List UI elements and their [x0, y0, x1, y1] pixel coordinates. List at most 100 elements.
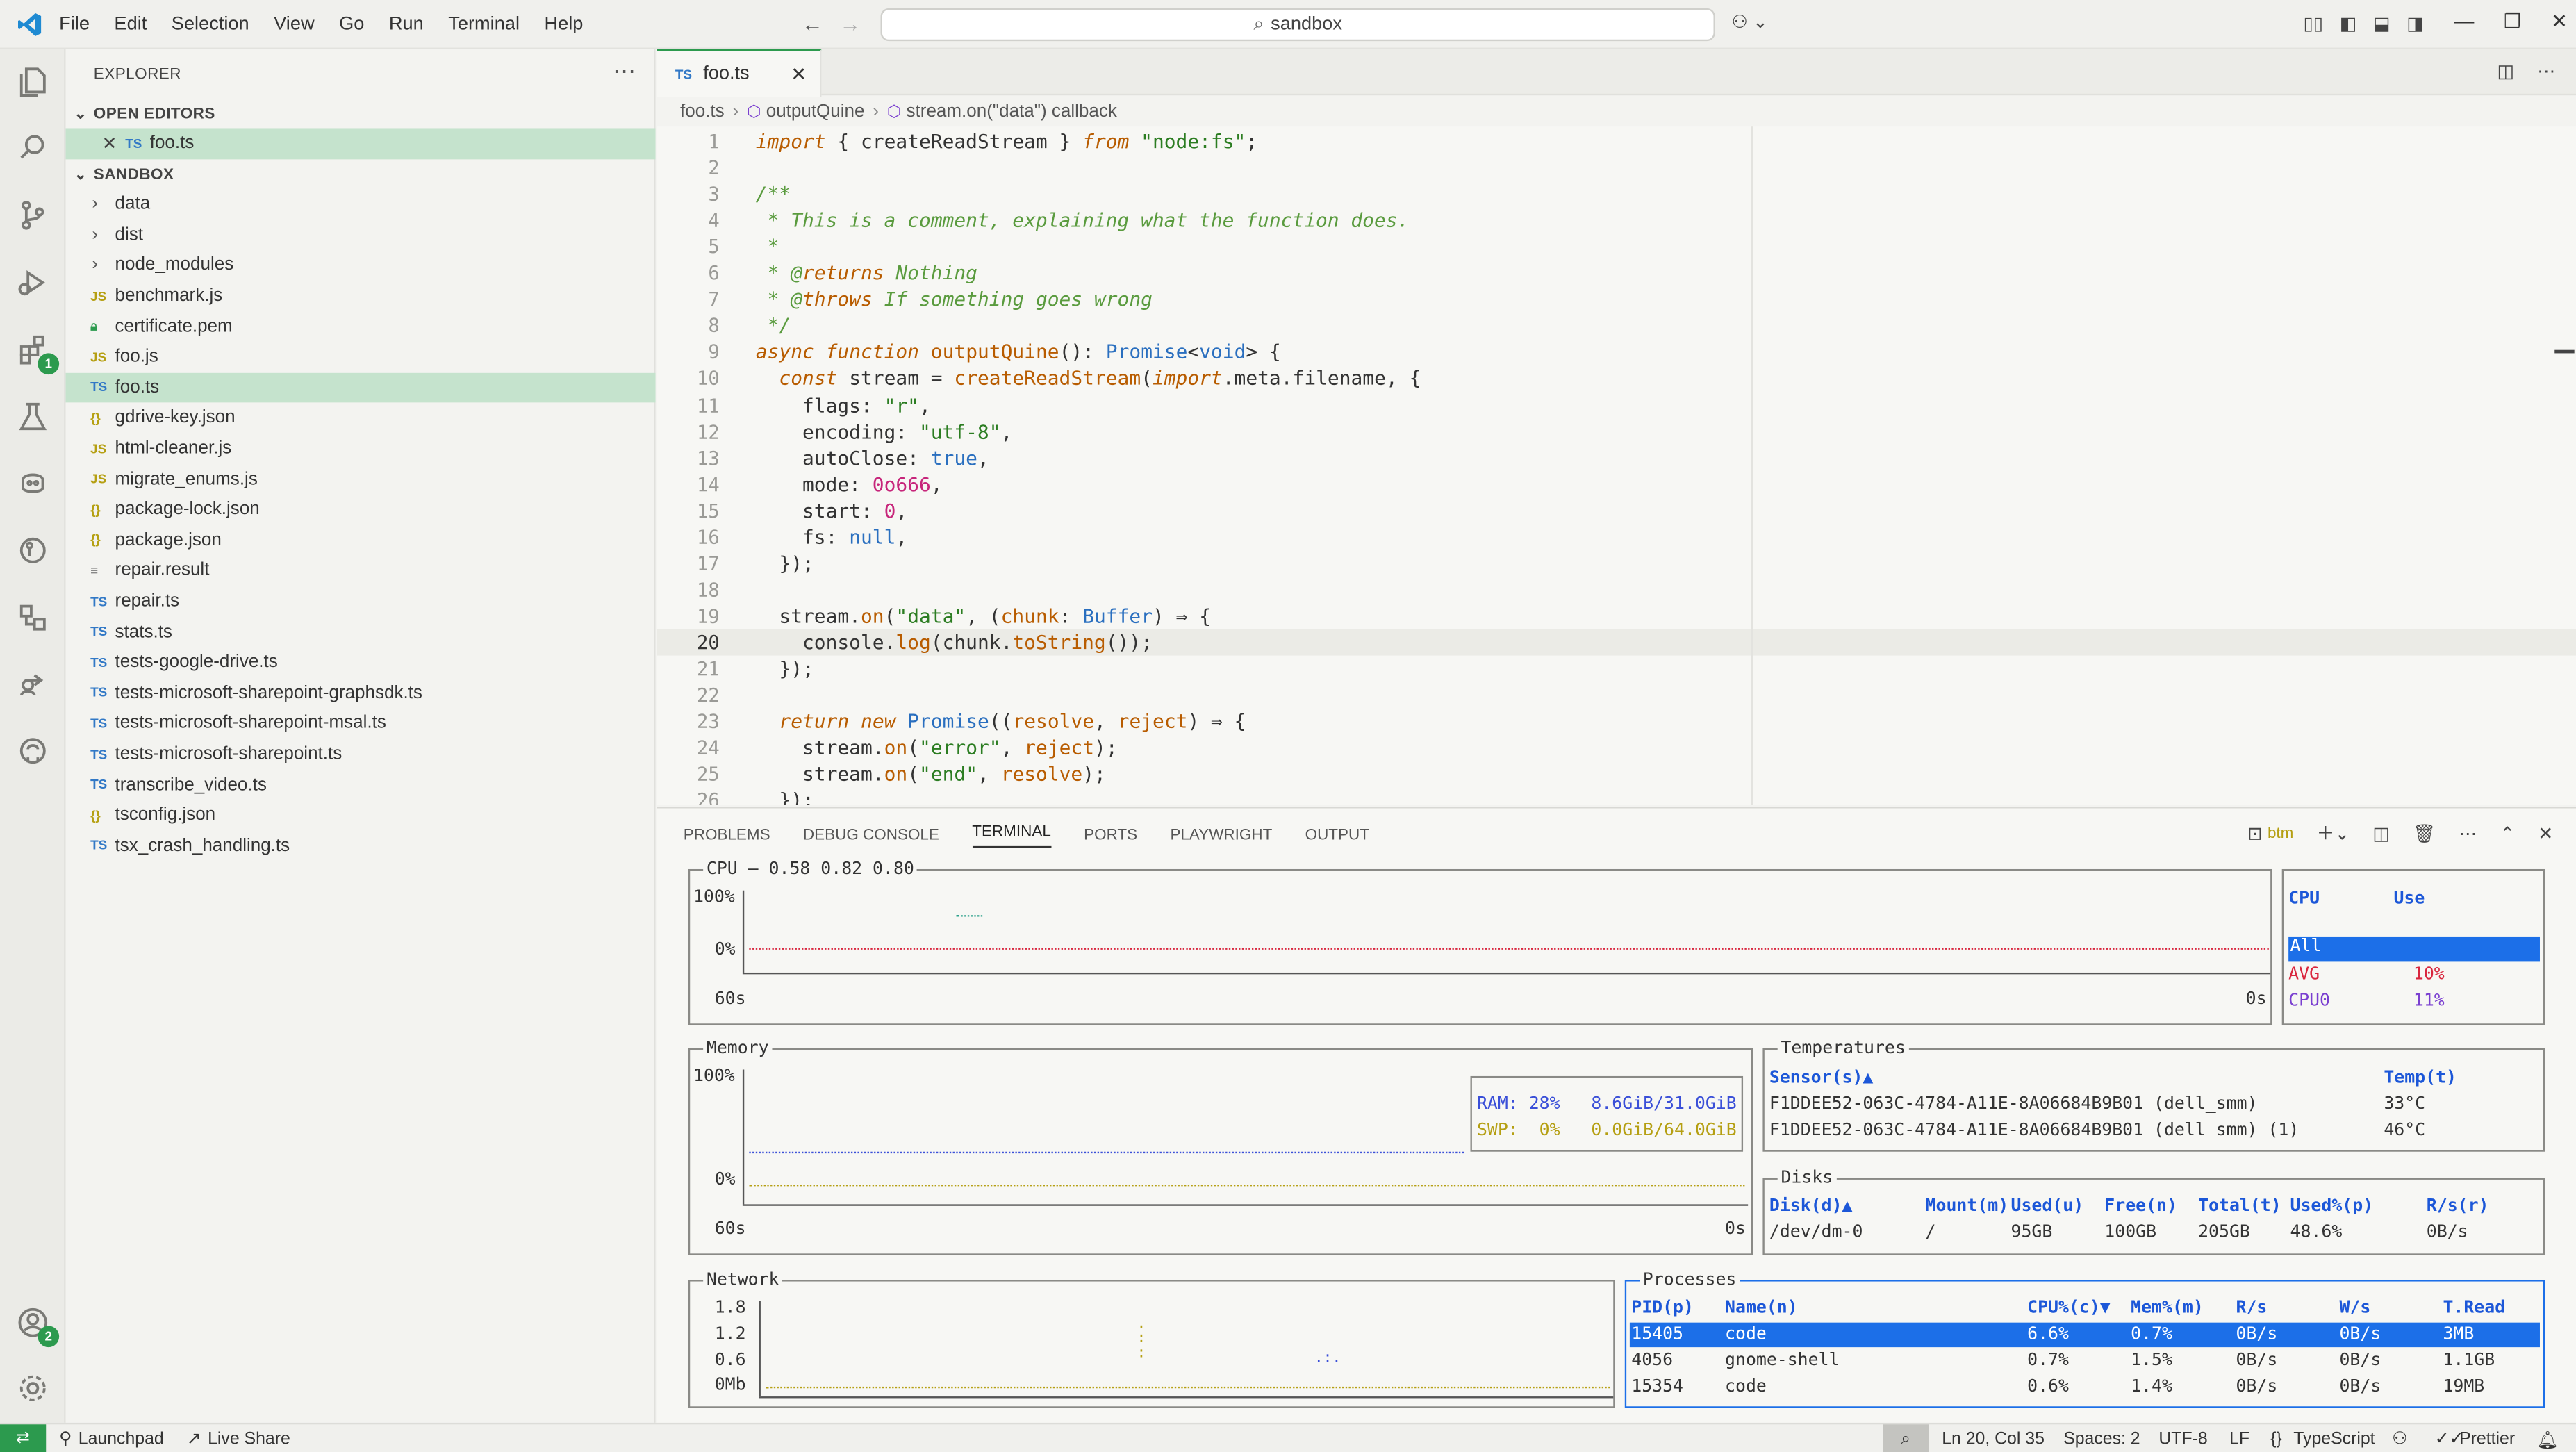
- file-item[interactable]: {} package-lock.json: [66, 495, 656, 525]
- close-tab-icon[interactable]: ✕: [791, 63, 807, 85]
- file-item[interactable]: TS repair.ts: [66, 586, 656, 617]
- breadcrumb-item[interactable]: stream.on("data") callback: [907, 102, 1117, 122]
- toggle-secondary-sidebar-icon[interactable]: ◨: [2406, 13, 2424, 34]
- process-header[interactable]: R/s: [2236, 1298, 2267, 1317]
- panel-tab-debug-console[interactable]: DEBUG CONSOLE: [803, 826, 939, 844]
- minimize-icon[interactable]: —: [2454, 10, 2474, 33]
- toggle-panel-icon[interactable]: ⬓: [2373, 13, 2391, 34]
- disk-header[interactable]: Used%(p): [2290, 1196, 2374, 1216]
- maximize-icon[interactable]: ❐: [2504, 10, 2521, 33]
- menu-run[interactable]: Run: [389, 14, 424, 33]
- process-header[interactable]: PID(p): [1631, 1298, 1694, 1317]
- editor-more-icon[interactable]: ⋯: [2537, 60, 2555, 82]
- process-cell[interactable]: gnome-shell: [1725, 1351, 1839, 1370]
- menu-selection[interactable]: Selection: [172, 14, 249, 33]
- run-debug-icon[interactable]: [13, 263, 53, 302]
- remote-indicator[interactable]: ⇄: [0, 1424, 47, 1452]
- file-item[interactable]: TS tsx_crash_handling.ts: [66, 831, 656, 861]
- panel-tab-problems[interactable]: PROBLEMS: [684, 826, 770, 844]
- close-window-icon[interactable]: ✕: [2551, 10, 2568, 33]
- encoding[interactable]: UTF-8: [2158, 1429, 2207, 1449]
- process-cell[interactable]: 0B/s: [2236, 1351, 2277, 1370]
- process-cell[interactable]: code: [1725, 1324, 1767, 1344]
- toggle-sidebar-icon[interactable]: ◧: [2340, 13, 2357, 34]
- panel-tab-output[interactable]: OUTPUT: [1305, 826, 1369, 844]
- new-terminal-icon[interactable]: ＋⌄: [2317, 820, 2350, 846]
- disk-header[interactable]: Free(n): [2104, 1196, 2177, 1216]
- tab-foo-ts[interactable]: TS foo.ts ✕: [657, 49, 822, 97]
- extensions-icon[interactable]: 1: [13, 330, 60, 375]
- explorer-icon[interactable]: [13, 63, 53, 102]
- command-center-search[interactable]: ⌕ sandbox: [880, 8, 1715, 42]
- process-cell[interactable]: 0B/s: [2339, 1377, 2381, 1396]
- file-item[interactable]: TS tests-microsoft-sharepoint-graphsdk.ts: [66, 678, 656, 709]
- panel-more-icon[interactable]: ⋯: [2459, 823, 2477, 843]
- terminal-selector[interactable]: ⊡ btm: [2247, 823, 2293, 843]
- process-cell[interactable]: 4056: [1631, 1351, 1673, 1370]
- folder-item[interactable]: › node_modules: [66, 250, 656, 281]
- panel-tab-ports[interactable]: PORTS: [1084, 826, 1137, 844]
- process-cell[interactable]: code: [1725, 1377, 1767, 1396]
- process-cell[interactable]: 0.6%: [2027, 1377, 2069, 1396]
- process-header[interactable]: Name(n): [1725, 1298, 1798, 1317]
- menu-help[interactable]: Help: [544, 14, 583, 33]
- process-cell[interactable]: 0B/s: [2236, 1324, 2277, 1344]
- file-item[interactable]: 🔒︎ certificate.pem: [66, 311, 656, 342]
- back-arrow-icon[interactable]: ←: [802, 12, 823, 36]
- file-item[interactable]: JS html-cleaner.js: [66, 434, 656, 464]
- more-actions-icon[interactable]: ⋯: [613, 58, 636, 85]
- zoom-icon[interactable]: ⌕: [1883, 1424, 1929, 1452]
- process-cell[interactable]: 0B/s: [2339, 1324, 2381, 1344]
- remote-explorer-icon[interactable]: [13, 598, 53, 638]
- file-item[interactable]: ≡ repair.result: [66, 556, 656, 586]
- process-cell[interactable]: 15405: [1631, 1324, 1683, 1344]
- file-item[interactable]: TS stats.ts: [66, 617, 656, 647]
- disk-header[interactable]: Used(u): [2011, 1196, 2084, 1216]
- close-panel-icon[interactable]: ✕: [2538, 823, 2553, 843]
- file-item[interactable]: TS tests-microsoft-sharepoint-msal.ts: [66, 709, 656, 739]
- menu-view[interactable]: View: [274, 14, 314, 33]
- kill-terminal-icon[interactable]: 🗑: [2413, 823, 2436, 843]
- customize-layout-icon[interactable]: ▯▯: [2303, 13, 2323, 34]
- file-item[interactable]: JS foo.js: [66, 342, 656, 372]
- file-item[interactable]: TS tests-google-drive.ts: [66, 647, 656, 678]
- menu-go[interactable]: Go: [339, 14, 364, 33]
- split-editor-icon[interactable]: ◫: [2497, 60, 2514, 82]
- process-cell[interactable]: 19MB: [2443, 1377, 2484, 1396]
- close-icon[interactable]: ✕: [102, 133, 117, 154]
- process-cell[interactable]: 0.7%: [2131, 1324, 2172, 1344]
- cpu-legend-all[interactable]: All: [2288, 936, 2540, 962]
- indentation[interactable]: Spaces: 2: [2063, 1429, 2140, 1449]
- settings-gear-icon[interactable]: [13, 1369, 53, 1408]
- copilot-status-icon[interactable]: ⚇: [2392, 1429, 2407, 1449]
- file-item[interactable]: TS foo.ts: [65, 372, 656, 403]
- process-header[interactable]: W/s: [2339, 1298, 2370, 1317]
- file-item[interactable]: JS migrate_enums.js: [66, 464, 656, 495]
- process-header[interactable]: CPU%(c)▼: [2027, 1298, 2111, 1317]
- disk-header[interactable]: R/s(r): [2427, 1196, 2489, 1216]
- process-cell[interactable]: 0B/s: [2236, 1377, 2277, 1396]
- disk-header[interactable]: Disk(d)▲: [1769, 1196, 1853, 1216]
- language-mode[interactable]: TypeScript: [2293, 1429, 2375, 1449]
- minimap-slider[interactable]: [2554, 349, 2575, 354]
- disk-header[interactable]: Mount(m): [1926, 1196, 2009, 1216]
- cursor-position[interactable]: Ln 20, Col 35: [1942, 1429, 2045, 1449]
- code-editor[interactable]: 1 import { createReadStream } from "node:…: [657, 126, 2576, 805]
- maximize-panel-icon[interactable]: ⌃: [2500, 823, 2515, 843]
- folder-item[interactable]: › data: [66, 189, 656, 220]
- panel-tab-terminal[interactable]: TERMINAL: [972, 823, 1051, 848]
- live-share-icon[interactable]: [13, 663, 53, 703]
- file-item[interactable]: TS transcribe_video.ts: [66, 770, 656, 800]
- menu-terminal[interactable]: Terminal: [448, 14, 520, 33]
- process-cell[interactable]: 3MB: [2443, 1324, 2474, 1344]
- menu-file[interactable]: File: [59, 14, 90, 33]
- breadcrumb-item[interactable]: outputQuine: [766, 102, 865, 122]
- github-icon[interactable]: [13, 731, 53, 770]
- process-cell[interactable]: 6.6%: [2027, 1324, 2069, 1344]
- panel-tab-playwright[interactable]: PLAYWRIGHT: [1170, 826, 1272, 844]
- file-item[interactable]: {} package.json: [66, 525, 656, 556]
- open-editor-item[interactable]: ✕ TS foo.ts: [65, 128, 656, 159]
- accounts-icon[interactable]: 2: [13, 1303, 60, 1348]
- process-cell[interactable]: 0B/s: [2339, 1351, 2381, 1370]
- file-item[interactable]: {} gdrive-key.json: [66, 403, 656, 434]
